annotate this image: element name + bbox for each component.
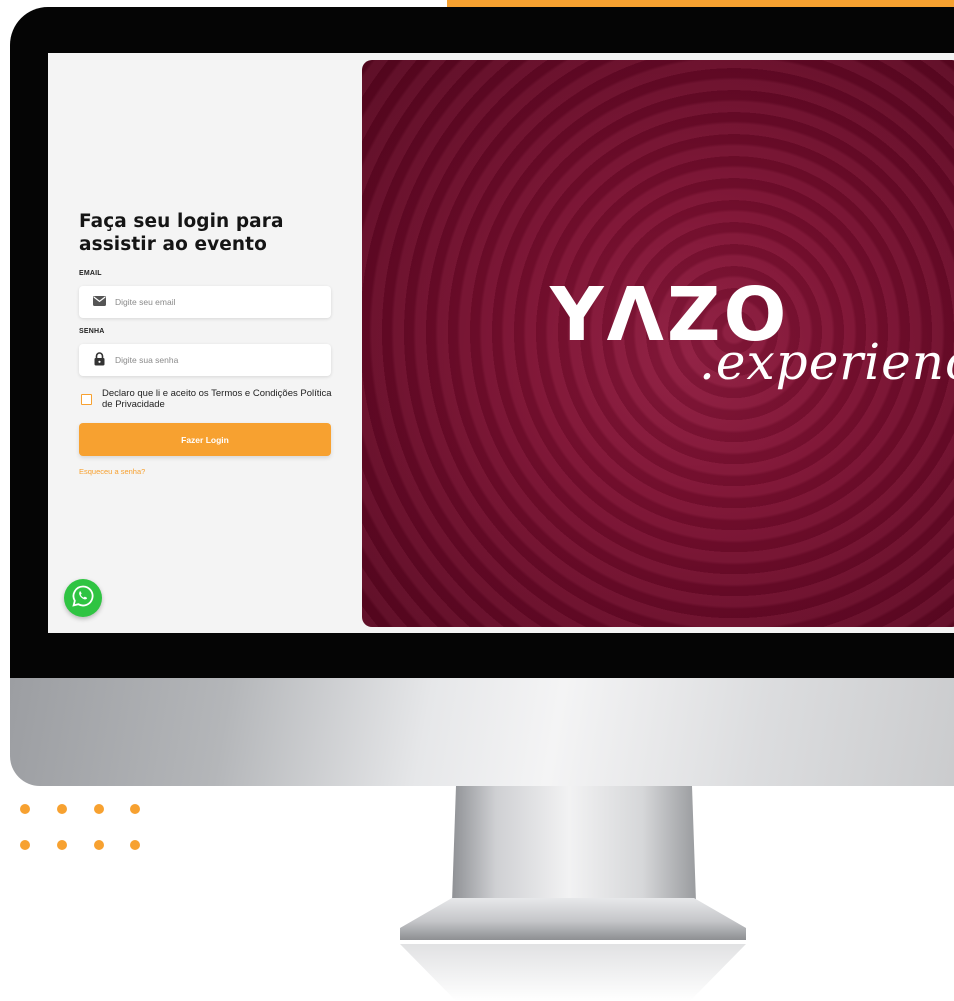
lock-icon [92, 352, 106, 366]
dot [20, 840, 30, 850]
password-field[interactable] [79, 344, 331, 376]
top-accent-bar [447, 0, 954, 7]
decorative-dots [20, 804, 150, 854]
login-panel: Faça seu login para assistir ao evento E… [48, 53, 362, 633]
password-label: SENHA [79, 328, 105, 335]
terms-text[interactable]: Declaro que li e aceito os Termos e Cond… [102, 388, 342, 410]
dot [130, 804, 140, 814]
email-input[interactable] [115, 286, 315, 318]
monitor-stand-base [400, 898, 746, 940]
password-input[interactable] [115, 344, 315, 376]
login-title: Faça seu login para assistir ao evento [79, 211, 284, 255]
dot [57, 840, 67, 850]
hero-banner: YΛZO .experienc [362, 60, 954, 627]
dot [94, 804, 104, 814]
monitor-stand-reflection [400, 944, 746, 1001]
yazo-logo-script: .experienc [699, 333, 954, 391]
envelope-icon [92, 294, 106, 308]
email-label: EMAIL [79, 270, 102, 277]
monitor-stand-neck [452, 786, 696, 902]
forgot-password-link[interactable]: Esqueceu a senha? [79, 467, 145, 476]
login-button[interactable]: Fazer Login [79, 423, 331, 456]
terms-checkbox[interactable] [81, 394, 92, 405]
dot [94, 840, 104, 850]
whatsapp-button[interactable] [64, 579, 102, 617]
dot [57, 804, 67, 814]
dot [130, 840, 140, 850]
dot [20, 804, 30, 814]
whatsapp-icon [71, 584, 95, 613]
monitor-chin [10, 678, 954, 786]
email-field[interactable] [79, 286, 331, 318]
terms-row: Declaro que li e aceito os Termos e Cond… [81, 387, 341, 413]
monitor-screen: Faça seu login para assistir ao evento E… [48, 53, 954, 633]
